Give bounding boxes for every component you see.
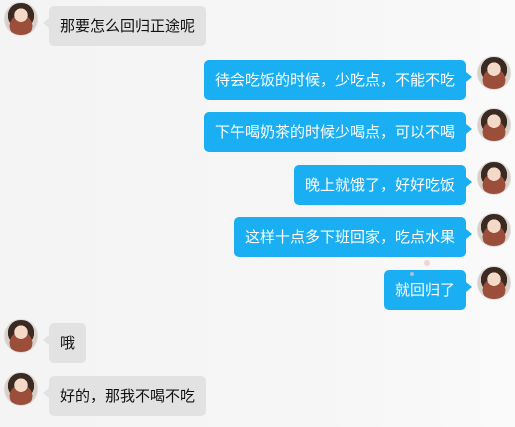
message-bubble-sent[interactable]: 这样十点多下班回家，吃点水果 [233, 217, 473, 257]
user-avatar[interactable] [477, 266, 511, 300]
message-bubble-sent[interactable]: 就回归了 [383, 270, 473, 310]
message-bubble-sent[interactable]: 待会吃饭的时候，少吃点，不能不吃 [203, 60, 473, 100]
contact-avatar[interactable] [4, 372, 38, 406]
message-row-received: 那要怎么回归正途呢 [4, 2, 207, 46]
message-bubble-received[interactable]: 那要怎么回归正途呢 [42, 6, 207, 46]
contact-avatar[interactable] [4, 2, 38, 36]
user-avatar[interactable] [477, 213, 511, 247]
chat-window: 那要怎么回归正途呢 待会吃饭的时候，少吃点，不能不吃 下午喝奶茶的时候少喝点，可… [0, 0, 515, 427]
background-petal-decoration [424, 260, 430, 266]
message-row-sent: 这样十点多下班回家，吃点水果 [233, 213, 511, 257]
message-row-sent: 就回归了 [383, 266, 511, 310]
message-row-sent: 下午喝奶茶的时候少喝点，可以不喝 [203, 108, 511, 152]
background-petal-decoration [410, 272, 414, 276]
message-row-received: 好的，那我不喝不吃 [4, 372, 207, 416]
message-bubble-sent[interactable]: 晚上就饿了，好好吃饭 [293, 165, 473, 205]
message-row-sent: 待会吃饭的时候，少吃点，不能不吃 [203, 56, 511, 100]
message-row-received: 哦 [4, 319, 87, 363]
message-bubble-received[interactable]: 哦 [42, 323, 87, 363]
message-row-sent: 晚上就饿了，好好吃饭 [293, 161, 511, 205]
message-bubble-received[interactable]: 好的，那我不喝不吃 [42, 376, 207, 416]
message-bubble-sent[interactable]: 下午喝奶茶的时候少喝点，可以不喝 [203, 112, 473, 152]
user-avatar[interactable] [477, 56, 511, 90]
contact-avatar[interactable] [4, 319, 38, 353]
user-avatar[interactable] [477, 161, 511, 195]
user-avatar[interactable] [477, 108, 511, 142]
